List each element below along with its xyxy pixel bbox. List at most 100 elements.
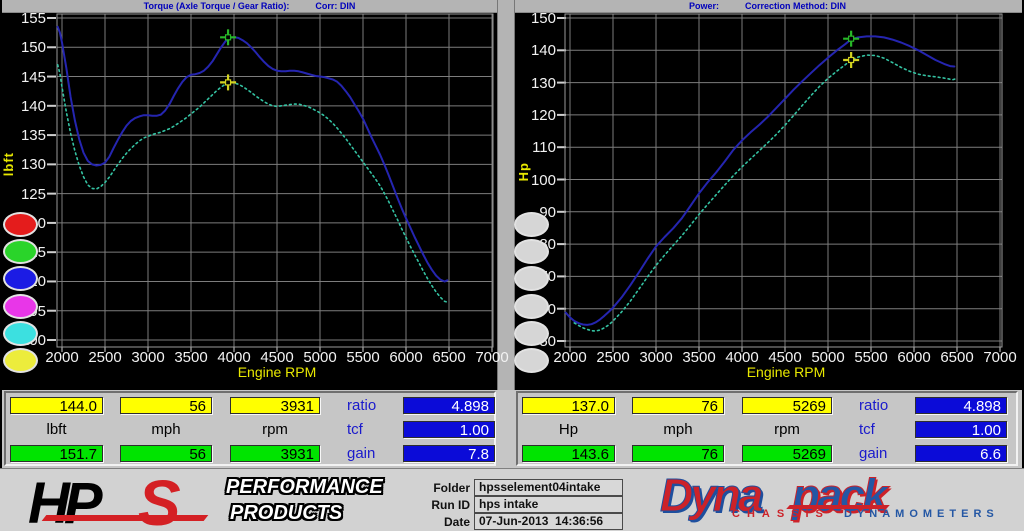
torque-legend-button-5[interactable] — [3, 321, 38, 346]
torque-ratio-label: ratio — [347, 397, 399, 414]
power-marker-center-0 — [849, 36, 854, 41]
power-baseline-rpm: 5269 — [742, 397, 832, 414]
hps-products-text: PRODUCTS — [230, 502, 342, 525]
torque-xtick-label-2500: 2500 — [82, 349, 128, 366]
power-xtick-label-5000: 5000 — [805, 349, 851, 366]
torque-gain-label: gain — [347, 445, 399, 462]
power-ratio-label: ratio — [859, 397, 911, 414]
dynapack-dynamometers-text: DYNAMOMETERS — [844, 508, 999, 520]
torque-xtick-label-3000: 3000 — [125, 349, 171, 366]
torque-xtick-label-6500: 6500 — [426, 349, 472, 366]
torque-run-rpm: 3931 — [230, 445, 320, 462]
power-legend-button-4[interactable] — [514, 294, 549, 319]
hps-logo: HP — [28, 470, 97, 531]
power-run-value: 143.6 — [522, 445, 615, 462]
torque-ytick-label-135: 135 — [4, 127, 46, 144]
torque-baseline-rpm: 3931 — [230, 397, 320, 414]
power-x-axis-label: Engine RPM — [716, 364, 856, 380]
date-label: Date — [408, 515, 470, 529]
power-legend-button-1[interactable] — [514, 212, 549, 237]
power-unit-col1: Hp — [522, 421, 615, 438]
power-xtick-label-7000: 7000 — [977, 349, 1023, 366]
torque-legend-button-1[interactable] — [3, 212, 38, 237]
torque-run-mph: 56 — [120, 445, 212, 462]
power-ytick-label-110: 110 — [514, 139, 556, 156]
power-xtick-label-4000: 4000 — [719, 349, 765, 366]
torque-baseline-mph: 56 — [120, 397, 212, 414]
power-xtick-label-2500: 2500 — [590, 349, 636, 366]
power-xtick-label-5500: 5500 — [848, 349, 894, 366]
torque-xtick-label-4500: 4500 — [254, 349, 300, 366]
torque-tcf-label: tcf — [347, 421, 399, 438]
power-xtick-label-3500: 3500 — [676, 349, 722, 366]
power-tcf-value: 1.00 — [915, 421, 1007, 438]
power-run-rpm: 5269 — [742, 445, 832, 462]
torque-ytick-label-145: 145 — [4, 69, 46, 86]
torque-curve-green_dotted — [58, 65, 449, 303]
power-marker-center-1 — [849, 57, 854, 62]
charts-canvas — [0, 0, 1024, 392]
hps-logo-swoosh — [42, 515, 209, 521]
power-unit-col3: rpm — [742, 421, 832, 438]
power-curve-green_dotted — [574, 55, 957, 331]
power-gain-value: 6.6 — [915, 445, 1007, 462]
torque-plot-border — [57, 14, 493, 347]
folder-field[interactable]: hpsselement04intake — [474, 479, 623, 496]
torque-xtick-label-4000: 4000 — [211, 349, 257, 366]
torque-marker-center-0 — [226, 35, 231, 40]
hps-logo-s: S — [138, 466, 181, 531]
torque-ytick-label-150: 150 — [4, 39, 46, 56]
torque-xtick-label-2000: 2000 — [39, 349, 85, 366]
power-tcf-label: tcf — [859, 421, 911, 438]
power-xtick-label-3000: 3000 — [633, 349, 679, 366]
torque-unit-col2: mph — [120, 421, 212, 438]
folder-label: Folder — [408, 481, 470, 495]
torque-unit-col3: rpm — [230, 421, 320, 438]
torque-marker-center-1 — [226, 80, 231, 85]
power-ytick-label-130: 130 — [514, 75, 556, 92]
torque-baseline-value: 144.0 — [10, 397, 103, 414]
torque-unit-col1: lbft — [10, 421, 103, 438]
power-xtick-label-2000: 2000 — [547, 349, 593, 366]
torque-xtick-label-6000: 6000 — [383, 349, 429, 366]
torque-tcf-value: 1.00 — [403, 421, 495, 438]
power-baseline-mph: 76 — [632, 397, 724, 414]
torque-xtick-label-3500: 3500 — [168, 349, 214, 366]
torque-legend-button-4[interactable] — [3, 294, 38, 319]
torque-ytick-label-155: 155 — [4, 10, 46, 27]
torque-ytick-label-140: 140 — [4, 98, 46, 115]
power-legend-button-5[interactable] — [514, 321, 549, 346]
dynapack-chassis-text: CHASSIS — [732, 508, 830, 520]
run-id-field[interactable]: hps intake — [474, 496, 623, 513]
power-run-mph: 76 — [632, 445, 724, 462]
power-xtick-label-6000: 6000 — [891, 349, 937, 366]
torque-gain-value: 7.8 — [403, 445, 495, 462]
torque-xtick-label-5500: 5500 — [340, 349, 386, 366]
power-baseline-value: 137.0 — [522, 397, 615, 414]
power-ytick-label-100: 100 — [514, 172, 556, 189]
torque-x-axis-label: Engine RPM — [207, 364, 347, 380]
torque-ytick-label-125: 125 — [4, 186, 46, 203]
run-id-label: Run ID — [408, 498, 470, 512]
torque-legend-button-6[interactable] — [3, 348, 38, 373]
power-plot-border — [565, 14, 1002, 347]
power-ratio-value: 4.898 — [915, 397, 1007, 414]
power-gain-label: gain — [859, 445, 911, 462]
torque-ratio-value: 4.898 — [403, 397, 495, 414]
power-ytick-label-120: 120 — [514, 107, 556, 124]
date-field[interactable]: 07-Jun-2013 14:36:56 — [474, 513, 623, 530]
dyno-app-window: Torque (Axle Torque / Gear Ratio): Corr:… — [0, 0, 1024, 531]
torque-ytick-label-130: 130 — [4, 156, 46, 173]
power-unit-col2: mph — [632, 421, 724, 438]
power-legend-button-6[interactable] — [514, 348, 549, 373]
power-xtick-label-6500: 6500 — [934, 349, 980, 366]
power-xtick-label-4500: 4500 — [762, 349, 808, 366]
power-ytick-label-150: 150 — [514, 10, 556, 27]
torque-run-value: 151.7 — [10, 445, 103, 462]
torque-curve-blue_solid — [58, 27, 448, 282]
torque-xtick-label-5000: 5000 — [297, 349, 343, 366]
power-ytick-label-140: 140 — [514, 42, 556, 59]
hps-performance-text: PERFORMANCE — [226, 476, 383, 499]
torque-xtick-label-7000: 7000 — [469, 349, 515, 366]
power-curve-blue_solid — [566, 36, 955, 325]
